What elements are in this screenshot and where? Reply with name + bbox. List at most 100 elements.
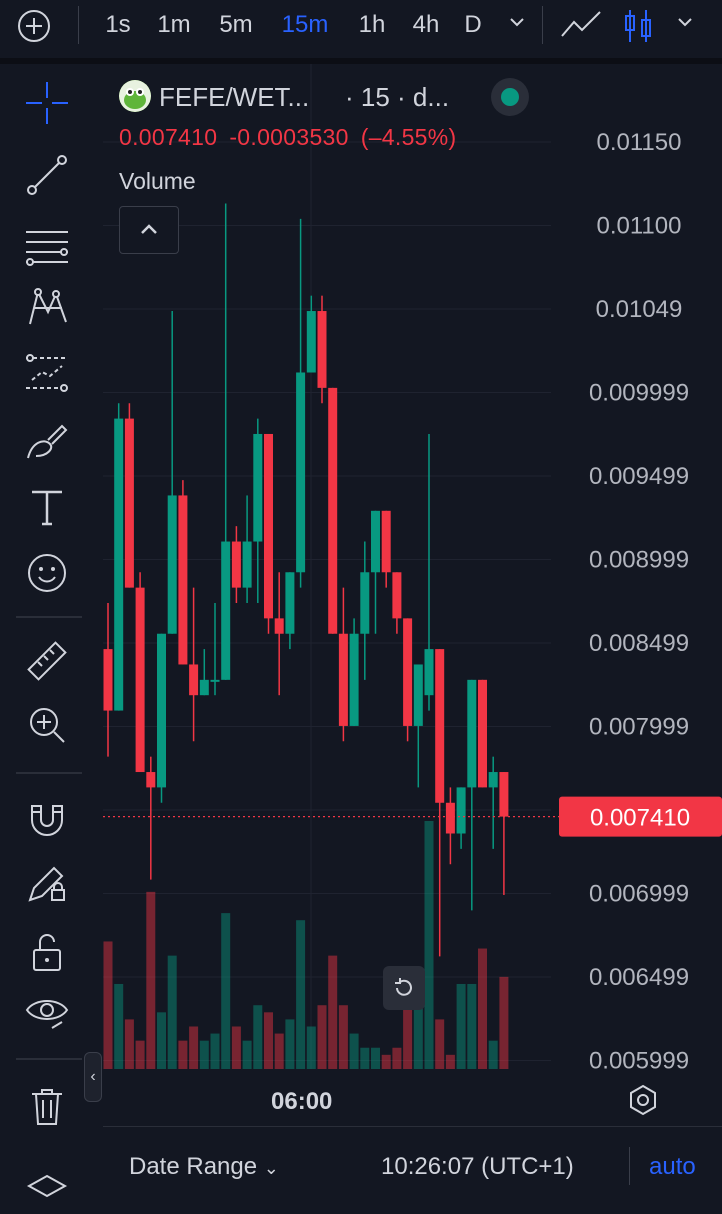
magnet-icon[interactable]	[22, 794, 72, 844]
candle-body	[103, 649, 113, 711]
interval-1s[interactable]: 1s	[96, 8, 140, 42]
trend-line-icon[interactable]	[22, 150, 72, 200]
interval-4h[interactable]: 4h	[404, 8, 448, 42]
fib-retracement-icon[interactable]	[22, 220, 72, 270]
timezone-clock[interactable]: 10:26:07 (UTC+1)	[381, 1153, 574, 1181]
volume-bar	[242, 1040, 252, 1069]
candle-body	[478, 679, 487, 788]
collapse-toolbar-button[interactable]: ‹	[84, 1052, 102, 1102]
price-axis-label: 0.009499	[589, 463, 689, 490]
candle-body	[178, 495, 188, 665]
volume-bar	[167, 955, 177, 1069]
volume-bar	[360, 1047, 370, 1069]
tools-divider	[16, 616, 82, 618]
ohlc-values: 0.007410 -0.0003530 (–4.55%)	[119, 124, 468, 151]
interval-1h[interactable]: 1h	[350, 8, 394, 42]
brush-icon[interactable]	[22, 416, 72, 466]
interval-d[interactable]: D	[458, 8, 488, 42]
chevron-down-icon[interactable]	[502, 8, 532, 42]
candle-body	[499, 772, 509, 817]
trash-icon[interactable]	[22, 1082, 72, 1132]
volume-bar	[189, 1026, 199, 1069]
candle-body	[360, 572, 370, 634]
symbol-name[interactable]: FEFE/WET...	[159, 82, 309, 113]
lock-drawings-icon[interactable]	[22, 858, 72, 908]
volume-bar	[114, 983, 124, 1069]
reset-chart-button[interactable]	[383, 966, 425, 1010]
reset-icon	[395, 978, 412, 996]
candle-body	[306, 311, 316, 373]
layers-icon[interactable]	[22, 1164, 72, 1214]
price-axis-label: 0.005999	[589, 1048, 689, 1075]
interval-5m[interactable]: 5m	[210, 8, 262, 42]
pattern-icon[interactable]	[22, 282, 72, 332]
emoji-icon[interactable]	[22, 548, 72, 598]
market-status-icon[interactable]	[491, 78, 529, 116]
chart-panel[interactable]: 0.01150 0.01100 0.01049 0.009999 0.009499 0.0…	[103, 64, 722, 1200]
volume-bar	[124, 1019, 134, 1069]
volume-bar	[103, 941, 113, 1069]
crosshair-icon[interactable]	[22, 78, 72, 128]
volume-bar	[499, 976, 509, 1069]
candle-body	[435, 649, 445, 803]
bottom-divider	[629, 1147, 630, 1185]
drawing-toolbar	[0, 64, 95, 1200]
volume-bar	[199, 1040, 209, 1069]
price-axis-label: 0.008499	[589, 630, 689, 657]
candle-body	[221, 541, 231, 680]
candle-body	[274, 618, 284, 634]
candlestick-chart-icon[interactable]	[618, 8, 658, 42]
candle-body	[135, 587, 145, 773]
candle-body	[114, 418, 124, 711]
candle-body	[338, 633, 348, 726]
volume-bar	[349, 1033, 359, 1069]
candle-body	[403, 618, 413, 726]
volume-bar	[264, 1012, 273, 1069]
top-toolbar: 1s 1m 5m 15m 1h 4h D	[0, 0, 722, 52]
text-icon[interactable]	[22, 482, 72, 532]
token-logo	[119, 80, 151, 112]
candle-body	[445, 802, 455, 834]
current-price-label: 0.007410	[590, 805, 690, 832]
volume-bar	[467, 983, 477, 1069]
volume-bar	[157, 1012, 166, 1069]
price-axis-label: 0.008999	[589, 547, 689, 574]
volume-bar	[135, 1040, 145, 1069]
time-axis-label: 06:00	[271, 1088, 333, 1115]
volume-bar	[253, 1005, 263, 1069]
zoom-in-icon[interactable]	[22, 700, 72, 750]
ruler-icon[interactable]	[22, 636, 72, 686]
unlock-icon[interactable]	[22, 926, 72, 976]
last-price: 0.007410	[119, 124, 218, 150]
candle-body	[285, 572, 295, 634]
date-range-label: Date Range	[129, 1153, 258, 1180]
candle-body	[231, 541, 241, 588]
price-change-percent: (–4.55%)	[360, 124, 457, 150]
candle-body	[413, 664, 423, 726]
line-chart-icon[interactable]	[558, 8, 606, 42]
volume-bar	[306, 1026, 316, 1069]
date-range-button[interactable]: Date Range ⌄	[129, 1153, 279, 1181]
eye-icon[interactable]	[22, 986, 72, 1036]
price-axis-label: 0.01150	[597, 129, 682, 156]
volume-bar	[424, 821, 434, 1069]
candle-body	[199, 679, 209, 696]
chart-type-chevron-icon[interactable]	[670, 8, 700, 42]
candle-body	[488, 772, 498, 788]
volume-bar	[210, 1033, 220, 1069]
volume-bar	[456, 983, 466, 1069]
prediction-icon[interactable]	[22, 348, 72, 398]
interval-15m[interactable]: 15m	[274, 8, 336, 42]
candle-body	[456, 787, 466, 834]
price-axis-label: 0.009999	[589, 380, 689, 407]
price-change: -0.0003530	[229, 124, 349, 150]
interval-1m[interactable]: 1m	[150, 8, 198, 42]
tools-divider	[16, 772, 82, 774]
collapse-legend-button[interactable]	[119, 206, 179, 254]
add-symbol-icon[interactable]	[14, 8, 54, 42]
candle-body	[467, 679, 477, 788]
candle-body	[157, 633, 166, 788]
volume-label[interactable]: Volume	[119, 168, 196, 195]
chart-settings-icon[interactable]	[625, 1082, 661, 1118]
auto-scale-toggle[interactable]: auto	[649, 1153, 696, 1181]
